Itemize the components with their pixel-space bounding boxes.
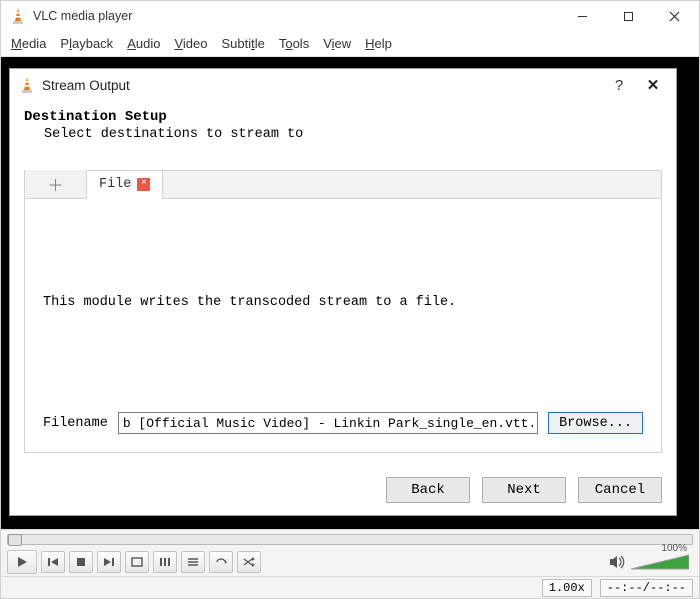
seek-thumb[interactable]	[8, 534, 22, 546]
close-button[interactable]	[651, 1, 697, 31]
minimize-button[interactable]	[559, 1, 605, 31]
volume-slider[interactable]: 100%	[631, 553, 689, 571]
menu-video[interactable]: Video	[174, 36, 207, 51]
filename-label: Filename	[43, 416, 108, 431]
add-destination-tab[interactable]: ＋	[25, 170, 87, 198]
fullscreen-button[interactable]	[125, 551, 149, 573]
loop-button[interactable]	[209, 551, 233, 573]
dialog-close-button[interactable]: ✕	[636, 76, 670, 94]
vlc-cone-icon	[20, 77, 34, 93]
menu-view[interactable]: View	[323, 36, 351, 51]
section-title: Destination Setup	[24, 109, 662, 125]
section-subtitle: Select destinations to stream to	[44, 127, 662, 142]
next-button-ctrl[interactable]	[97, 551, 121, 573]
seek-track[interactable]	[7, 534, 693, 545]
menu-help[interactable]: Help	[365, 36, 392, 51]
destinations-frame: ＋ File × This module writes the transcod…	[24, 170, 662, 453]
cancel-button[interactable]: Cancel	[578, 477, 662, 503]
menu-tools[interactable]: Tools	[279, 36, 309, 51]
time-display: --:--/--:--	[600, 579, 693, 597]
dialog-body: Destination Setup Select destinations to…	[10, 101, 676, 463]
ext-settings-button[interactable]	[153, 551, 177, 573]
next-button[interactable]: Next	[482, 477, 566, 503]
volume-percent: 100%	[661, 543, 687, 554]
menu-playback[interactable]: Playback	[60, 36, 113, 51]
player-bar: 100% 1.00x --:--/--:--	[1, 529, 699, 598]
statusbar: 1.00x --:--/--:--	[1, 576, 699, 598]
back-button[interactable]: Back	[386, 477, 470, 503]
tabs-strip: ＋ File ×	[25, 171, 661, 199]
playlist-button[interactable]	[181, 551, 205, 573]
tab-file[interactable]: File ×	[87, 171, 163, 199]
stop-button[interactable]	[69, 551, 93, 573]
tab-file-label: File	[99, 177, 131, 192]
menu-media[interactable]: Media	[11, 36, 46, 51]
speaker-icon[interactable]	[609, 555, 625, 569]
shuffle-button[interactable]	[237, 551, 261, 573]
maximize-button[interactable]	[605, 1, 651, 31]
window-title: VLC media player	[33, 9, 559, 23]
prev-button[interactable]	[41, 551, 65, 573]
plus-icon: ＋	[47, 172, 63, 196]
filename-input[interactable]	[118, 412, 538, 434]
module-description: This module writes the transcoded stream…	[43, 295, 643, 310]
dialog-title: Stream Output	[42, 78, 602, 93]
controls-row: 100%	[1, 548, 699, 576]
dialog-titlebar: Stream Output ? ✕	[10, 69, 676, 101]
menu-audio[interactable]: Audio	[127, 36, 160, 51]
play-button[interactable]	[7, 550, 37, 574]
tab-file-panel: This module writes the transcoded stream…	[25, 199, 661, 452]
menubar: Media Playback Audio Video Subtitle Tool…	[1, 31, 699, 57]
menu-subtitle[interactable]: Subtitle	[221, 36, 264, 51]
dialog-button-row: Back Next Cancel	[10, 463, 676, 515]
dialog-help-button[interactable]: ?	[602, 77, 636, 94]
stream-output-dialog: Stream Output ? ✕ Destination Setup Sele…	[9, 68, 677, 516]
main-window: VLC media player Media Playback Audio Vi…	[0, 0, 700, 599]
titlebar: VLC media player	[1, 1, 699, 31]
window-buttons	[559, 1, 697, 31]
video-area: Stream Output ? ✕ Destination Setup Sele…	[1, 57, 699, 529]
tab-close-icon[interactable]: ×	[137, 178, 150, 191]
filename-row: Filename Browse...	[43, 412, 643, 434]
seek-bar[interactable]	[1, 530, 699, 548]
browse-button[interactable]: Browse...	[548, 412, 643, 434]
playback-speed[interactable]: 1.00x	[542, 579, 592, 597]
vlc-cone-icon	[11, 8, 25, 24]
